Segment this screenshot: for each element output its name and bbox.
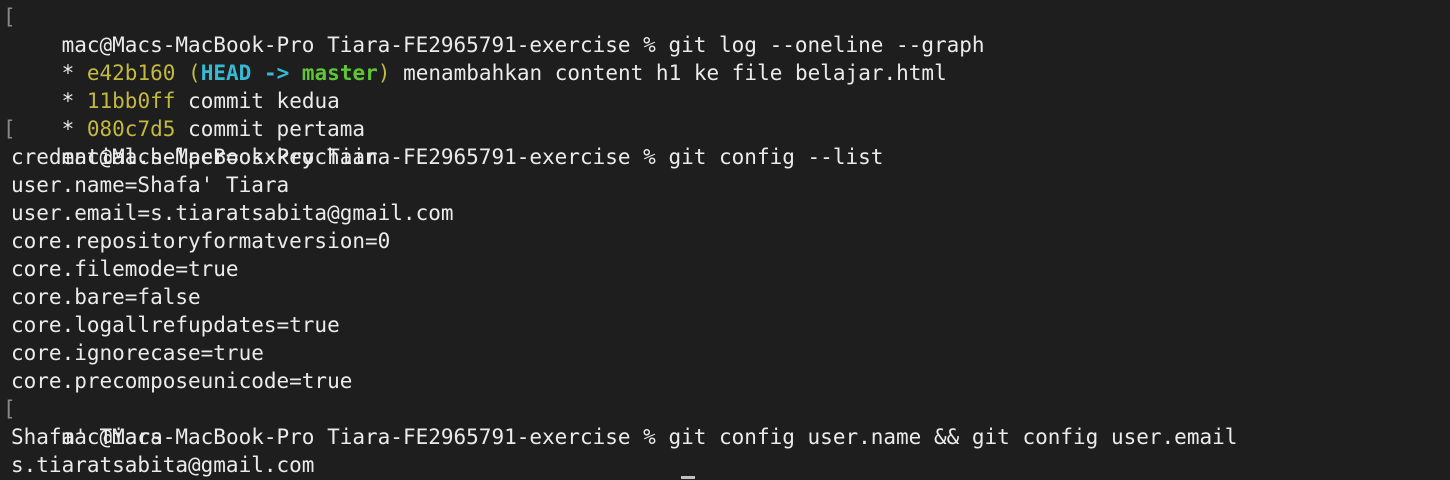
log-line: * 11bb0ff commit kedua bbox=[0, 59, 1450, 113]
output-line: Shafa' Tiara bbox=[11, 425, 163, 449]
output-line: core.ignorecase=true bbox=[11, 341, 264, 365]
output-line: core.repositoryformatversion=0 bbox=[11, 229, 391, 253]
output-line: credential.helper=osxkeychain bbox=[11, 145, 378, 169]
output-line: core.logallrefupdates=true bbox=[11, 313, 340, 337]
command-line: [mac@Macs-MacBook-Pro Tiara-FE2965791-ex… bbox=[0, 395, 1450, 449]
command-line: [mac@Macs-MacBook-Pro Tiara-FE2965791-ex… bbox=[0, 115, 1450, 169]
output-line: user.email=s.tiaratsabita@gmail.com bbox=[11, 201, 454, 225]
output-line: core.bare=false bbox=[11, 285, 201, 309]
text-cursor bbox=[681, 476, 695, 479]
command-line: [mac@Macs-MacBook-Pro Tiara-FE2965791-ex… bbox=[0, 3, 1450, 57]
output-line: user.name=Shafa' Tiara bbox=[11, 173, 290, 197]
log-line: * e42b160 (HEAD -> master) menambahkan c… bbox=[0, 31, 1450, 85]
terminal-window[interactable]: [mac@Macs-MacBook-Pro Tiara-FE2965791-ex… bbox=[0, 0, 1450, 480]
prompt-mark: [ bbox=[3, 117, 16, 141]
prompt-mark: [ bbox=[3, 5, 16, 29]
output-line: s.tiaratsabita@gmail.com bbox=[11, 453, 315, 477]
output-line: core.filemode=true bbox=[11, 257, 239, 281]
output-line: core.precomposeunicode=true bbox=[11, 369, 353, 393]
log-line: * 080c7d5 commit pertama bbox=[0, 87, 1450, 141]
prompt-mark: [ bbox=[3, 397, 16, 421]
